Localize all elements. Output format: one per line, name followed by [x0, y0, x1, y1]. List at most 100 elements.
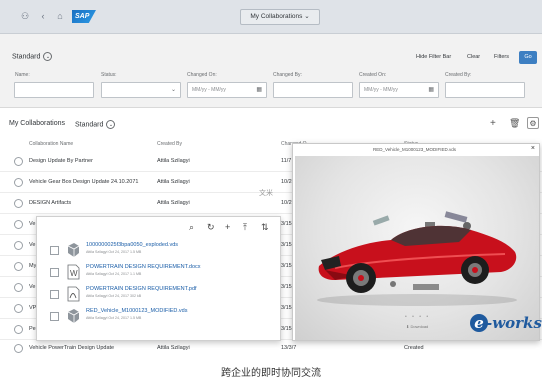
- row-checkbox[interactable]: [50, 268, 59, 277]
- sort-icon[interactable]: ⇅: [261, 222, 269, 233]
- attachment-meta: Attila Szilagyi Oct 24, 2017 302 kB: [86, 294, 142, 298]
- row-changed-on: 10/2: [281, 200, 292, 206]
- row-changed-on: 3/15: [281, 263, 292, 269]
- name-filter-label: Name:: [15, 72, 30, 78]
- chevron-down-icon: ⌄: [170, 87, 176, 93]
- viewer-pager[interactable]: • • • •: [405, 314, 430, 320]
- row-name: Pe: [29, 326, 36, 332]
- created-by-filter-input[interactable]: [445, 82, 525, 98]
- add-icon[interactable]: +: [225, 222, 230, 232]
- created-on-filter-label: Created On:: [359, 72, 387, 78]
- download-label: Download: [410, 324, 429, 329]
- row-radio[interactable]: [14, 220, 23, 229]
- row-name: Ve: [29, 242, 36, 248]
- svg-text:W: W: [70, 269, 78, 278]
- calendar-icon[interactable]: ▦: [256, 83, 262, 97]
- filters-button[interactable]: Filters: [494, 54, 509, 60]
- created-on-filter-input[interactable]: MM/yy - MM/yy ▦: [359, 82, 439, 98]
- close-icon[interactable]: ×: [531, 145, 535, 152]
- column-header-created-by[interactable]: Created By: [157, 141, 182, 147]
- viewer-title: RED_Vehicle_M1000123_MODIFIED.vds: [293, 144, 539, 156]
- row-radio[interactable]: [14, 283, 23, 292]
- attachment-meta: Attila Szilagyi Oct 24, 2017 1.5 MB: [86, 316, 142, 320]
- changed-by-filter-input[interactable]: [273, 82, 353, 98]
- row-changed-on: 3/15: [281, 284, 292, 290]
- refresh-icon[interactable]: ↻: [207, 222, 215, 233]
- delete-icon[interactable]: 🗑︎: [509, 118, 520, 129]
- attachment-row[interactable]: 1000000025f3bpa0050_exploded.vds Attila …: [37, 239, 282, 261]
- filter-bar: Standard ⌄ Hide Filter Bar Clear Filters …: [0, 34, 542, 108]
- row-name: Ve: [29, 221, 36, 227]
- download-icon: ⬇: [406, 324, 410, 329]
- row-changed-on: 11/7: [281, 158, 292, 164]
- row-changed-on: 3/15: [281, 326, 292, 332]
- clear-button[interactable]: Clear: [467, 54, 480, 60]
- home-icon[interactable]: ⌂: [55, 11, 65, 21]
- row-name: Ve: [29, 284, 36, 290]
- chevron-down-icon: ⌄: [106, 120, 116, 129]
- download-button[interactable]: ⬇ Download: [406, 324, 428, 329]
- settings-icon[interactable]: ⚙: [527, 117, 539, 129]
- row-checkbox[interactable]: [50, 312, 59, 321]
- row-created-by: Attila Szilagyi: [157, 345, 190, 351]
- attachment-row[interactable]: W POWERTRAIN DESIGN REQUIREMENT.docx Att…: [37, 261, 282, 283]
- attachment-name[interactable]: POWERTRAIN DESIGN REQUIREMENT.docx: [86, 264, 201, 270]
- changed-on-filter-label: Changed On:: [187, 72, 217, 78]
- created-on-placeholder: MM/yy - MM/yy: [364, 87, 398, 93]
- variant-label: Standard: [12, 53, 41, 61]
- row-radio[interactable]: [14, 344, 23, 353]
- row-radio[interactable]: [14, 199, 23, 208]
- row-radio[interactable]: [14, 262, 23, 271]
- cad-file-icon: [66, 308, 81, 324]
- row-radio[interactable]: [14, 178, 23, 187]
- eworks-logo-text: -works: [486, 314, 542, 332]
- attachment-name[interactable]: 1000000025f3bpa0050_exploded.vds: [86, 242, 178, 248]
- created-by-filter-label: Created By:: [445, 72, 472, 78]
- shell-bar: ⚇ ‹ ⌂ SAP My Collaborations ⌄: [0, 0, 542, 34]
- upload-icon[interactable]: ⤒: [243, 222, 247, 233]
- 3d-viewer-dialog[interactable]: RED_Vehicle_M1000123_MODIFIED.vds × • • …: [292, 143, 540, 341]
- calendar-icon[interactable]: ▦: [428, 83, 434, 97]
- table-row[interactable]: Vehicle PowerTrain Design Update Attila S…: [0, 339, 542, 355]
- changed-on-filter-input[interactable]: MM/yy - MM/yy ▦: [187, 82, 267, 98]
- app-shell: ⚇ ‹ ⌂ SAP My Collaborations ⌄ Standard ⌄ …: [0, 0, 542, 355]
- attachment-row[interactable]: POWERTRAIN DESIGN REQUIREMENT.pdf Attila…: [37, 283, 282, 305]
- app-title-dropdown[interactable]: My Collaborations ⌄: [240, 9, 320, 25]
- row-checkbox[interactable]: [50, 290, 59, 299]
- table-variant-selector[interactable]: Standard ⌄: [75, 120, 116, 129]
- chevron-down-icon: ⌄: [304, 13, 310, 20]
- status-filter-select[interactable]: ⌄: [101, 82, 181, 98]
- row-radio[interactable]: [14, 157, 23, 166]
- filter-variant-selector[interactable]: Standard ⌄: [12, 52, 53, 61]
- status-filter-label: Status:: [101, 72, 117, 78]
- attachment-name[interactable]: POWERTRAIN DESIGN REQUIREMENT.pdf: [86, 286, 197, 292]
- row-created-by: Attila Szilagyi: [157, 179, 190, 185]
- column-header-name[interactable]: Collaboration Name: [29, 141, 73, 147]
- go-button[interactable]: Go: [519, 51, 537, 64]
- attachment-name[interactable]: RED_Vehicle_M1000123_MODIFIED.vds: [86, 308, 188, 314]
- table-title: My Collaborations: [9, 120, 66, 127]
- row-created-by: Attila Szilagyi: [157, 158, 190, 164]
- row-changed-on: 13/3/7: [281, 345, 297, 351]
- changed-on-placeholder: MM/yy - MM/yy: [192, 87, 226, 93]
- changed-by-filter-label: Changed By:: [273, 72, 302, 78]
- attachment-row[interactable]: RED_Vehicle_M1000123_MODIFIED.vds Attila…: [37, 305, 282, 327]
- row-radio[interactable]: [14, 325, 23, 334]
- word-file-icon: W: [66, 264, 81, 280]
- back-icon[interactable]: ‹: [38, 11, 48, 21]
- row-radio[interactable]: [14, 304, 23, 313]
- row-radio[interactable]: [14, 241, 23, 250]
- attachment-meta: Attila Szilagyi Oct 24, 2017 1.5 MB: [86, 250, 142, 254]
- user-icon[interactable]: ⚇: [20, 11, 30, 21]
- search-icon[interactable]: ⌕: [189, 222, 194, 233]
- row-checkbox[interactable]: [50, 246, 59, 255]
- 3d-viewer-canvas[interactable]: [295, 156, 539, 340]
- pdf-file-icon: [66, 286, 81, 302]
- add-icon[interactable]: +: [490, 118, 496, 129]
- row-status: Created: [404, 345, 424, 351]
- chevron-down-icon: ⌄: [43, 52, 53, 61]
- row-changed-on: 3/15: [281, 305, 292, 311]
- hide-filter-bar-button[interactable]: Hide Filter Bar: [416, 54, 451, 60]
- eworks-logo: e -works: [470, 314, 542, 332]
- name-filter-input[interactable]: [14, 82, 94, 98]
